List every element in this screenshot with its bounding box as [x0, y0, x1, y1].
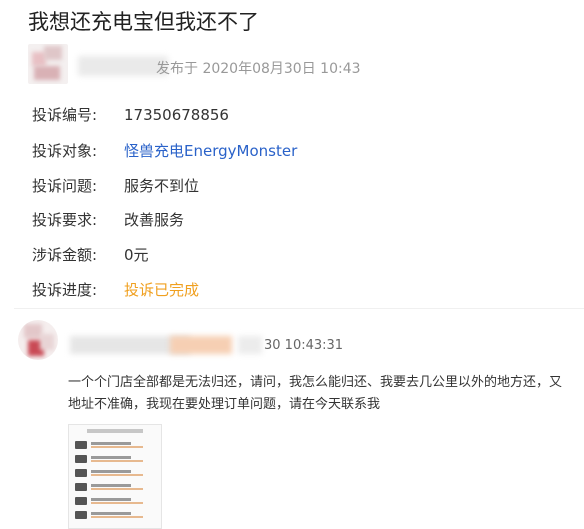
- info-label: 投诉编号:: [32, 106, 98, 124]
- info-row-issue: 投诉问题: 服务不到位: [32, 175, 199, 196]
- comment-time: 30 10:43:31: [264, 338, 344, 353]
- info-row-request: 投诉要求: 改善服务: [32, 209, 184, 230]
- author-name-blurred[interactable]: [78, 56, 168, 76]
- info-label: 涉诉金额:: [32, 246, 98, 264]
- divider: [14, 308, 584, 309]
- comment-date-blurred: [238, 336, 262, 354]
- info-row-progress: 投诉进度: 投诉已完成: [32, 279, 199, 300]
- info-label: 投诉问题:: [32, 177, 98, 195]
- info-value: 17350678856: [124, 106, 229, 124]
- info-row-id: 投诉编号: 17350678856: [32, 104, 229, 125]
- attachment-thumbnail[interactable]: [68, 424, 162, 529]
- complaint-target-link[interactable]: 怪兽充电EnergyMonster: [124, 142, 297, 160]
- info-row-amount: 涉诉金额: 0元: [32, 244, 149, 265]
- info-value: 服务不到位: [124, 177, 200, 195]
- info-value: 改善服务: [124, 211, 185, 229]
- info-row-target: 投诉对象: 怪兽充电EnergyMonster: [32, 140, 297, 161]
- info-label: 投诉进度:: [32, 281, 98, 299]
- author-avatar[interactable]: [28, 44, 68, 84]
- complaint-title: 我想还充电宝但我还不了: [28, 10, 259, 34]
- author-row: 发布于 2020年08月30日 10:43: [28, 44, 568, 88]
- comment-text: 一个个门店全部都是无法归还，请问，我怎么能归还、我要去几公里以外的地方还，又地址…: [68, 375, 563, 412]
- commenter-avatar[interactable]: [18, 320, 58, 360]
- status-badge: 投诉已完成: [124, 281, 200, 299]
- info-label: 投诉对象:: [32, 142, 98, 160]
- info-value: 0元: [124, 246, 149, 264]
- commenter-tag-blurred: [170, 336, 232, 354]
- info-label: 投诉要求:: [32, 211, 98, 229]
- publish-time: 发布于 2020年08月30日 10:43: [156, 61, 361, 77]
